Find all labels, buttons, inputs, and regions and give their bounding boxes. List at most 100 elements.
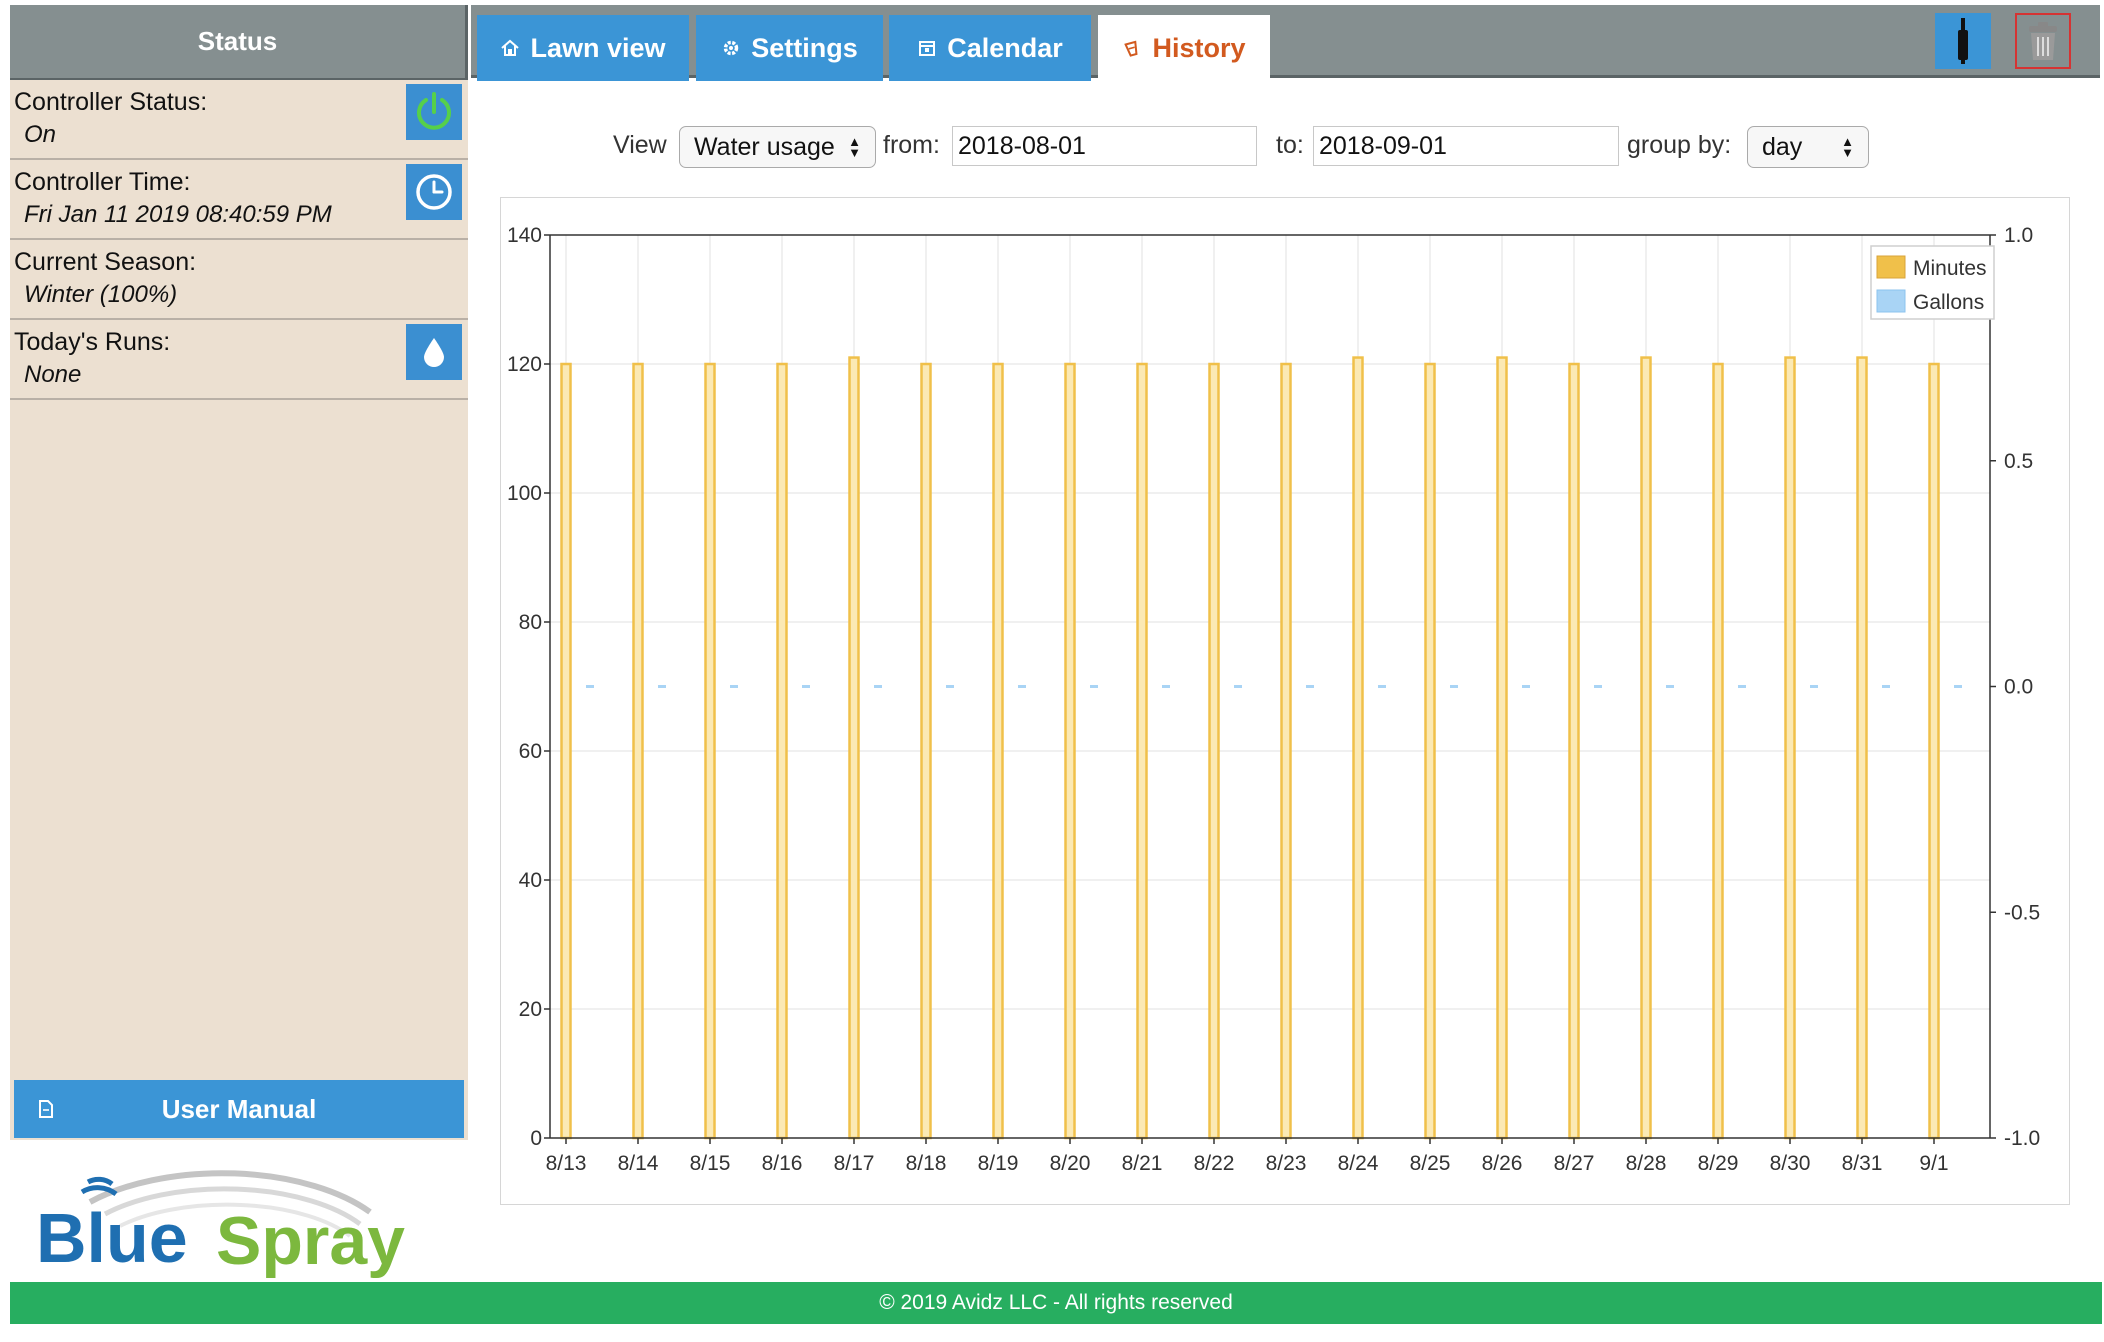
tab-history-label: History [1152, 33, 1246, 63]
to-label: to: [1276, 131, 1304, 159]
y-tick-label-left: 100 [507, 482, 542, 505]
y-tick-label-right: -0.5 [2004, 901, 2040, 924]
x-tick-label: 8/25 [1410, 1152, 1451, 1175]
x-tick-label: 8/17 [834, 1152, 875, 1175]
y-tick-label-right: 0.0 [2004, 676, 2033, 699]
y-tick-label-left: 0 [530, 1127, 542, 1150]
bluespray-logo: Blue Spray [36, 1170, 405, 1279]
current-season-block: Current Season: Winter (100%) [10, 240, 468, 320]
y-tick-label-right: 1.0 [2004, 224, 2033, 247]
status-sidebar: Status Controller Status: On Controller … [10, 5, 468, 1140]
y-tick-label-left: 20 [519, 998, 542, 1021]
minutes-bar [1352, 356, 1364, 1140]
tab-lawn-view-label: Lawn view [530, 32, 666, 63]
clock-button[interactable] [406, 164, 462, 220]
y-tick-label-left: 60 [519, 740, 542, 763]
logo-text-blue: Blue [36, 1199, 188, 1277]
current-season-value: Winter (100%) [24, 281, 178, 308]
minutes-bar [848, 356, 860, 1140]
y-tick-label-left: 40 [519, 869, 542, 892]
minutes-bar [1784, 356, 1796, 1140]
todays-runs-block: Today's Runs: None [10, 320, 468, 400]
footer: © 2019 Avidz LLC - All rights reserved [10, 1282, 2102, 1324]
x-tick-label: 8/13 [546, 1152, 587, 1175]
x-tick-label: 8/26 [1482, 1152, 1523, 1175]
trash-icon [2029, 22, 2057, 60]
tab-settings[interactable]: Settings [696, 15, 883, 81]
minutes-bar [1496, 356, 1508, 1140]
water-now-button[interactable] [406, 324, 462, 380]
tab-bar: Lawn view Settings Calendar History [471, 5, 2100, 82]
todays-runs-value: None [24, 361, 82, 388]
current-season-label: Current Season: [14, 248, 197, 276]
x-tick-label: 8/29 [1698, 1152, 1739, 1175]
y-tick-label-right: -1.0 [2004, 1127, 2040, 1150]
x-tick-label: 8/14 [618, 1152, 659, 1175]
controller-status-value: On [24, 121, 57, 148]
home-icon [501, 39, 520, 56]
legend-swatch-minutes [1876, 255, 1906, 279]
user-manual-button[interactable]: User Manual [14, 1080, 464, 1138]
x-tick-label: 8/18 [906, 1152, 947, 1175]
tab-history[interactable]: History [1098, 15, 1270, 82]
tab-settings-label: Settings [751, 32, 858, 63]
remote-icon [1958, 18, 1968, 64]
minutes-bar [1280, 362, 1292, 1140]
minutes-bar [1136, 362, 1148, 1140]
legend-label-gallons: Gallons [1913, 291, 1984, 314]
minutes-bar [632, 362, 644, 1140]
legend-swatch-gallons [1876, 289, 1906, 313]
gear-icon [723, 40, 739, 56]
y-tick-label-right: 0.5 [2004, 450, 2033, 473]
x-tick-label: 8/21 [1122, 1152, 1163, 1175]
water-drop-icon [424, 338, 444, 367]
sidebar-title: Status [10, 5, 468, 80]
view-label: View [613, 131, 667, 159]
from-label: from: [883, 131, 940, 159]
y-tick-label-left: 140 [507, 224, 542, 247]
tab-calendar[interactable]: Calendar [889, 15, 1091, 81]
clock-icon [416, 174, 452, 210]
todays-runs-label: Today's Runs: [14, 328, 171, 356]
minutes-bar [776, 362, 788, 1140]
power-button[interactable] [406, 84, 462, 140]
x-tick-label: 8/27 [1554, 1152, 1595, 1175]
group-by-label: group by: [1627, 131, 1732, 159]
minutes-bar [1712, 362, 1724, 1140]
x-tick-label: 8/23 [1266, 1152, 1307, 1175]
minutes-bar [1856, 356, 1868, 1140]
controller-time-block: Controller Time: Fri Jan 11 2019 08:40:5… [10, 160, 468, 240]
minutes-bar [1064, 362, 1076, 1140]
minutes-bar [1640, 356, 1652, 1140]
legend-label-minutes: Minutes [1913, 257, 1987, 280]
minutes-bar [1424, 362, 1436, 1140]
tab-calendar-label: Calendar [947, 32, 1063, 63]
minutes-bar [704, 362, 716, 1140]
view-select-value: Water usage [694, 132, 835, 161]
controller-status-block: Controller Status: On [10, 80, 468, 160]
water-usage-chart: 0 20 40 60 80 100 120 140 1.0 0.5 0.0 -0.5 -1.0 8/13 8… [507, 224, 2040, 1175]
tab-lawn-view[interactable]: Lawn view [477, 15, 689, 81]
y-tick-label-left: 120 [507, 353, 542, 376]
x-tick-label: 8/22 [1194, 1152, 1235, 1175]
to-date-input[interactable] [1313, 126, 1619, 166]
trash-button[interactable] [2015, 13, 2071, 69]
group-by-select-value: day [1762, 132, 1803, 161]
x-tick-label: 8/31 [1842, 1152, 1883, 1175]
group-by-select[interactable]: day ▲ ▼ [1747, 126, 1869, 168]
minutes-bar [1928, 362, 1940, 1140]
x-tick-label: 8/15 [690, 1152, 731, 1175]
remote-button[interactable] [1935, 13, 1991, 69]
controller-time-label: Controller Time: [14, 168, 191, 196]
x-tick-label: 8/24 [1338, 1152, 1379, 1175]
x-tick-label: 8/16 [762, 1152, 803, 1175]
view-select[interactable]: Water usage ▲ ▼ [679, 126, 876, 168]
user-manual-label: User Manual [161, 1093, 317, 1124]
minutes-bar [560, 362, 572, 1140]
controller-time-value: Fri Jan 11 2019 08:40:59 PM [24, 201, 332, 228]
minutes-bar [992, 362, 1004, 1140]
from-date-input[interactable] [952, 126, 1257, 166]
logo-text-green: Spray [216, 1203, 405, 1279]
select-arrows-icon: ▲ ▼ [1841, 134, 1854, 160]
minutes-bar [1208, 362, 1220, 1140]
